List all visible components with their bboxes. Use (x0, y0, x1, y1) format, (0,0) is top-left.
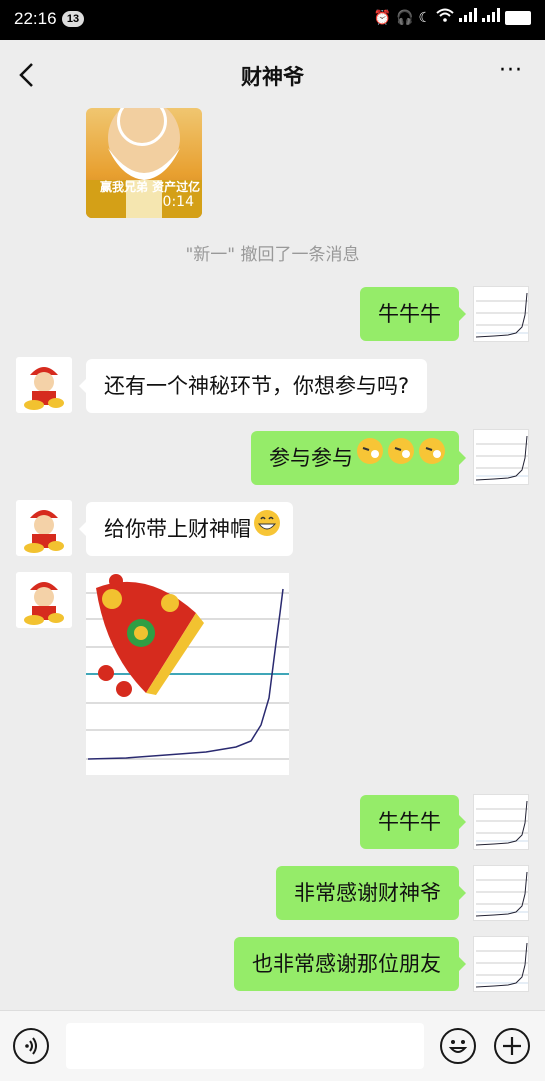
caishen-avatar-icon (16, 500, 72, 556)
message-text: 给你带上财神帽 (104, 517, 251, 541)
notification-badge: 13 (62, 11, 84, 27)
message-text: 也非常感谢那位朋友 (252, 952, 441, 976)
grin-emoji-icon (253, 503, 281, 557)
video-message[interactable]: 赢我兄弟 资产过亿 0:14 (86, 108, 202, 218)
chat-title: 财神爷 (241, 65, 304, 89)
voice-button[interactable] (13, 1028, 49, 1064)
avatar-caishen[interactable] (16, 357, 72, 413)
message-input[interactable] (66, 1023, 424, 1069)
chat-header: 财神爷 ··· (0, 40, 545, 110)
message-bubble[interactable]: 还有一个神秘环节，你想参与吗? (78, 359, 428, 413)
battery-icon (505, 11, 531, 25)
status-icons: ⏰ 🎧 ☾ (374, 8, 531, 28)
plus-button[interactable] (494, 1028, 530, 1064)
message-text: 非常感谢财神爷 (294, 881, 441, 905)
avatar-caishen[interactable] (16, 500, 72, 556)
message-bubble[interactable]: 给你带上财神帽 (79, 502, 293, 557)
message-bubble[interactable]: 也非常感谢那位朋友 (234, 937, 466, 991)
stock-chart-avatar (475, 800, 528, 846)
input-bar (0, 1010, 545, 1081)
caishen-avatar-icon (16, 572, 72, 628)
moon-icon: ☾ (418, 10, 431, 26)
avatar-self[interactable] (473, 429, 529, 485)
avatar-self[interactable] (473, 286, 529, 342)
alarm-icon: ⏰ (373, 10, 391, 26)
video-duration: 0:14 (162, 194, 194, 210)
more-button[interactable]: ··· (491, 56, 531, 92)
plus-icon (503, 1037, 521, 1055)
emoji-icon (448, 1040, 468, 1053)
stock-chart-avatar (475, 435, 528, 481)
stock-chart-avatar (475, 871, 528, 917)
signal-icon-2 (482, 8, 500, 28)
status-time: 22:16 (14, 9, 57, 28)
recall-notice: "新一" 撤回了一条消息 (185, 245, 360, 265)
message-bubble[interactable]: 牛牛牛 (360, 795, 466, 849)
sticker-message[interactable] (86, 573, 289, 775)
message-bubble[interactable]: 非常感谢财神爷 (276, 866, 466, 920)
stock-chart-avatar (475, 292, 528, 338)
avatar-self[interactable] (473, 865, 529, 921)
message-text: 牛牛牛 (378, 302, 441, 326)
video-caption: 赢我兄弟 资产过亿 (100, 180, 201, 194)
message-bubble[interactable]: 参与参与 (251, 431, 466, 486)
emoji-button[interactable] (440, 1028, 476, 1064)
signal-icon (459, 8, 477, 28)
message-text: 牛牛牛 (378, 810, 441, 834)
voice-icon (25, 1037, 37, 1055)
more-icon: ··· (499, 58, 523, 83)
message-text: 参与参与 (269, 446, 353, 470)
status-bar: 22:16 13 ⏰ 🎧 ☾ (0, 0, 545, 40)
avatar-self[interactable] (473, 936, 529, 992)
avatar-caishen[interactable] (16, 572, 72, 628)
caishen-avatar-icon (16, 357, 72, 413)
headset-icon: 🎧 (396, 10, 414, 26)
caishen-hat-chart-sticker (86, 573, 289, 775)
message-text: 还有一个神秘环节，你想参与吗? (104, 374, 410, 398)
stock-chart-avatar (475, 942, 528, 988)
message-bubble[interactable]: 牛牛牛 (360, 287, 466, 341)
avatar-self[interactable] (473, 794, 529, 850)
emoji-faces (355, 432, 447, 486)
wifi-icon (436, 8, 454, 28)
